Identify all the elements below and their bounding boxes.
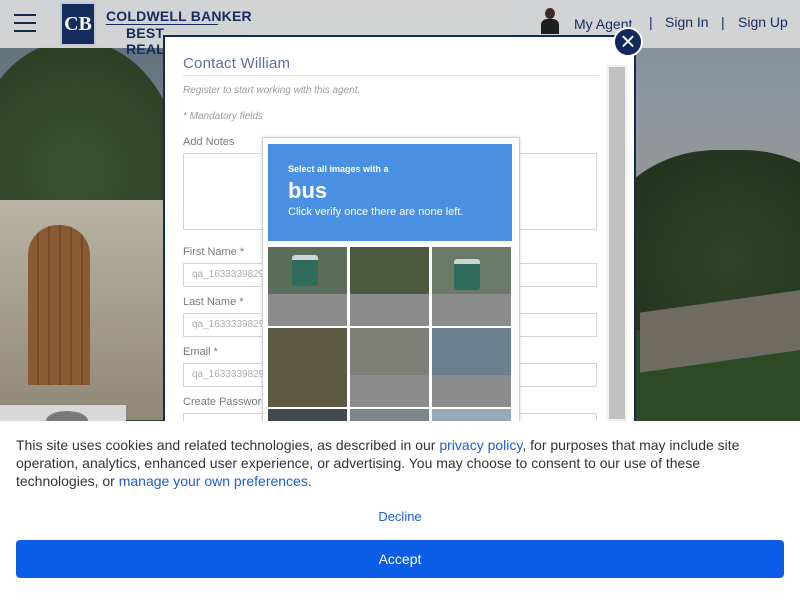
decline-button[interactable]: Decline — [0, 509, 800, 524]
nav-sign-in[interactable]: Sign In — [665, 14, 709, 30]
privacy-policy-link[interactable]: privacy policy — [439, 437, 522, 453]
modal-divider — [183, 75, 599, 76]
brand-logo-icon[interactable]: CB — [60, 2, 96, 46]
agent-avatar[interactable] — [540, 8, 560, 34]
hero-door — [28, 225, 90, 385]
tile-road — [432, 375, 511, 407]
menu-icon[interactable] — [14, 14, 36, 32]
tile-road — [350, 375, 429, 407]
menu-icon-bar — [14, 14, 36, 16]
modal-scrollbar-thumb[interactable] — [609, 67, 625, 419]
tile-bus — [292, 255, 318, 286]
cookie-text-end: . — [307, 473, 312, 489]
password-label: Create Password — [183, 396, 268, 408]
tile-road — [432, 294, 511, 326]
captcha-tile[interactable] — [432, 328, 511, 407]
cookie-message: This site uses cookies and related techn… — [16, 436, 786, 490]
modal-title: Contact William — [183, 55, 291, 72]
captcha-tile[interactable] — [350, 328, 429, 407]
menu-icon-bar — [14, 30, 36, 32]
menu-icon-bar — [14, 22, 36, 24]
accept-button[interactable]: Accept — [16, 540, 784, 578]
first-name-label: First Name * — [183, 246, 245, 258]
nav-sign-up[interactable]: Sign Up — [738, 14, 788, 30]
agent-avatar-body — [541, 19, 559, 34]
nav-separator: | — [649, 14, 653, 30]
mandatory-note: * Mandatory fields — [183, 111, 264, 122]
cookie-text-before: This site uses cookies and related techn… — [16, 437, 440, 453]
agent-avatar-head — [545, 8, 555, 19]
captcha-header: Select all images with a bus Click verif… — [268, 144, 512, 241]
notes-label: Add Notes — [183, 136, 235, 148]
tile-bus — [454, 259, 480, 290]
captcha-tile[interactable] — [432, 247, 511, 326]
captcha-tile[interactable] — [268, 247, 347, 326]
captcha-footer-text: Click verify once there are none left. — [288, 206, 464, 218]
manage-preferences-link[interactable]: manage your own preferences — [119, 473, 308, 489]
captcha-target: bus — [288, 178, 328, 203]
tile-road — [350, 294, 429, 326]
email-label: Email * — [183, 346, 218, 358]
tile-road — [268, 294, 347, 326]
last-name-label: Last Name * — [183, 296, 244, 308]
captcha-tile[interactable] — [268, 328, 347, 407]
cookie-banner: This site uses cookies and related techn… — [0, 421, 800, 600]
nav-separator: | — [721, 14, 725, 30]
brand-name-line1: COLDWELL BANKER — [106, 8, 252, 24]
captcha-tile[interactable] — [350, 247, 429, 326]
modal-subtitle: Register to start working with this agen… — [183, 85, 361, 96]
modal-scrollbar[interactable] — [607, 65, 627, 453]
close-icon[interactable]: × — [613, 27, 643, 57]
captcha-instruction: Select all images with a — [288, 164, 389, 174]
captcha-challenge: Select all images with a bus Click verif… — [262, 137, 520, 429]
